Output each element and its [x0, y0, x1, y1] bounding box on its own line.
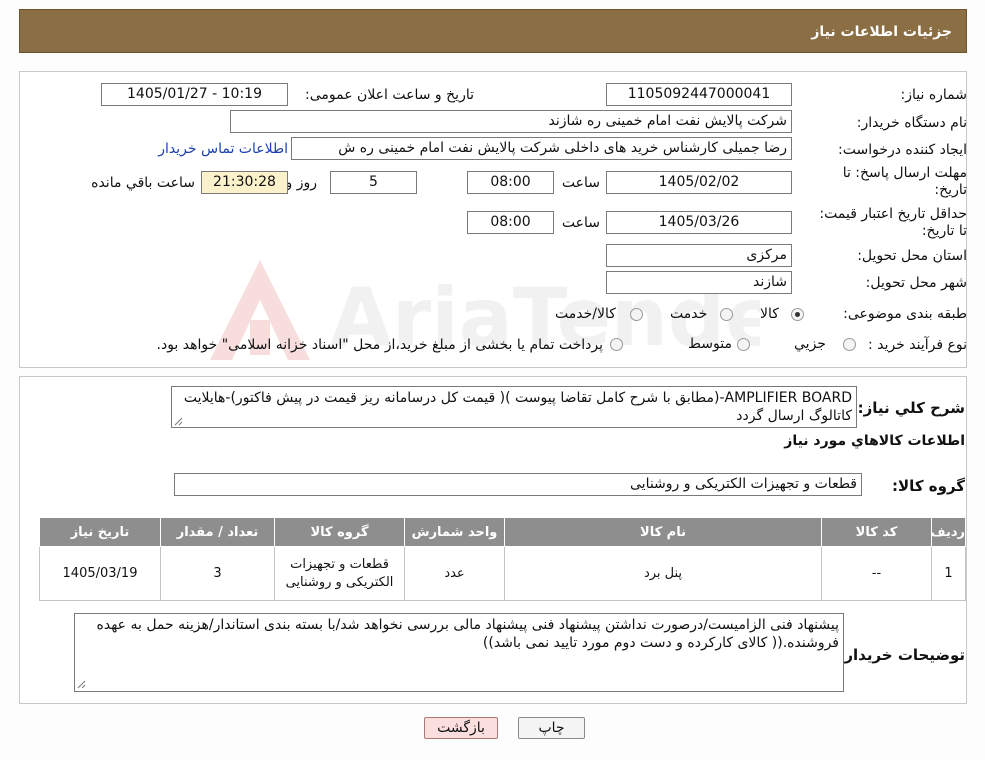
category-radio-goods[interactable]: [791, 308, 804, 321]
col-header-qty: تعداد / مقدار: [160, 517, 275, 547]
items-table-wrap: ردیف کد کالا نام کالا واحد شمارش گروه کا…: [39, 517, 966, 601]
col-header-code: کد کالا: [821, 517, 932, 547]
validity-time-field[interactable]: 08:00: [467, 211, 554, 234]
days-field[interactable]: 5: [330, 171, 417, 194]
cell-name: پنل برد: [504, 546, 822, 601]
resize-grip-icon[interactable]: [174, 417, 183, 426]
summary-label: شرح کلي نياز:: [857, 399, 965, 417]
announce-date-label: تاریخ و ساعت اعلان عمومی:: [305, 87, 474, 103]
treasury-note: پرداخت تمام یا بخشی از مبلغ خرید،از محل …: [156, 337, 603, 353]
goods-info-title: اطلاعات کالاهاي مورد نياز: [784, 433, 965, 449]
cell-unit: عدد: [404, 546, 505, 601]
summary-text: AMPLIFIER BOARD-(مطابق با شرح کامل تقاضا…: [183, 390, 852, 424]
process-option-small: جزیي: [794, 336, 826, 352]
city-label: شهر محل تحویل:: [865, 275, 967, 291]
category-label: طبقه بندی موضوعی:: [843, 306, 967, 322]
table-row: 1 -- پنل برد عدد قطعات و تجهیزات الکتریک…: [39, 546, 966, 601]
category-radio-service[interactable]: [720, 308, 733, 321]
category-option-both: کالا/خدمت: [555, 306, 616, 322]
items-table: ردیف کد کالا نام کالا واحد شمارش گروه کا…: [39, 517, 966, 601]
category-option-service: خدمت: [670, 306, 708, 322]
validity-date-field[interactable]: 1405/03/26: [606, 211, 792, 234]
resize-grip-icon[interactable]: [77, 680, 86, 689]
process-radio-medium[interactable]: [737, 338, 750, 351]
cell-code: --: [821, 546, 932, 601]
need-number-label: شماره نیاز:: [900, 87, 968, 103]
col-header-date: تاریخ نیاز: [39, 517, 161, 547]
cell-row-no: 1: [931, 546, 966, 601]
buyer-field[interactable]: شرکت پالایش نفت امام خمینی ره شازند: [230, 110, 792, 133]
deadline-label: مهلت ارسال پاسخ: تا تاریخ:: [842, 165, 967, 198]
group-label: گروه کالا:: [892, 477, 965, 495]
deadline-date-field[interactable]: 1405/02/02: [606, 171, 792, 194]
process-radio-small[interactable]: [843, 338, 856, 351]
city-field[interactable]: شازند: [606, 271, 792, 294]
col-header-group: گروه کالا: [274, 517, 405, 547]
notes-text: پیشنهاد فنی الزامیست/درصورت نداشتن پیشنه…: [96, 617, 839, 651]
table-header-row: ردیف کد کالا نام کالا واحد شمارش گروه کا…: [39, 517, 966, 547]
cell-date: 1405/03/19: [39, 546, 161, 601]
province-field[interactable]: مرکزی: [606, 244, 792, 267]
process-label: نوع فرآیند خرید :: [868, 337, 967, 353]
cell-qty: 3: [160, 546, 275, 601]
buyer-contact-link[interactable]: اطلاعات تماس خریدار: [158, 141, 288, 157]
category-radio-both[interactable]: [630, 308, 643, 321]
category-option-goods: کالا: [760, 306, 779, 322]
countdown-field: 21:30:28: [201, 171, 288, 194]
col-header-unit: واحد شمارش: [404, 517, 505, 547]
page-title: جزئیات اطلاعات نیاز: [811, 24, 952, 40]
deadline-time-label: ساعت: [561, 175, 600, 191]
need-number-field[interactable]: 1105092447000041: [606, 83, 792, 106]
days-label: روز و: [285, 175, 318, 191]
summary-textarea[interactable]: AMPLIFIER BOARD-(مطابق با شرح کامل تقاضا…: [171, 386, 857, 428]
group-field[interactable]: قطعات و تجهیزات الکتریکی و روشنایی: [174, 473, 862, 496]
page-header: جزئیات اطلاعات نیاز: [19, 9, 967, 53]
cell-group: قطعات و تجهیزات الکتریکی و روشنایی: [274, 546, 405, 601]
province-label: استان محل تحویل:: [857, 248, 967, 264]
treasury-checkbox[interactable]: [610, 338, 623, 351]
col-header-name: نام کالا: [504, 517, 822, 547]
print-button[interactable]: چاپ: [518, 717, 585, 739]
creator-field[interactable]: رضا جمیلی کارشناس خرید های داخلی شرکت پا…: [291, 137, 792, 160]
col-header-row-no: ردیف: [930, 517, 966, 547]
remaining-label: ساعت باقي مانده: [91, 175, 195, 191]
validity-label: حداقل تاریخ اعتبار قیمت: تا تاریخ:: [819, 206, 967, 239]
back-button[interactable]: بازگشت: [424, 717, 498, 739]
deadline-time-field[interactable]: 08:00: [467, 171, 554, 194]
buyer-label: نام دستگاه خریدار:: [856, 115, 967, 131]
announce-date-field[interactable]: 1405/01/27 - 10:19: [101, 83, 288, 106]
notes-textarea[interactable]: پیشنهاد فنی الزامیست/درصورت نداشتن پیشنه…: [74, 613, 844, 692]
process-option-medium: متوسط: [688, 336, 732, 352]
creator-label: ایجاد کننده درخواست:: [838, 142, 967, 158]
notes-label: توضیحات خریدار:: [838, 646, 965, 664]
validity-time-label: ساعت: [561, 215, 600, 231]
